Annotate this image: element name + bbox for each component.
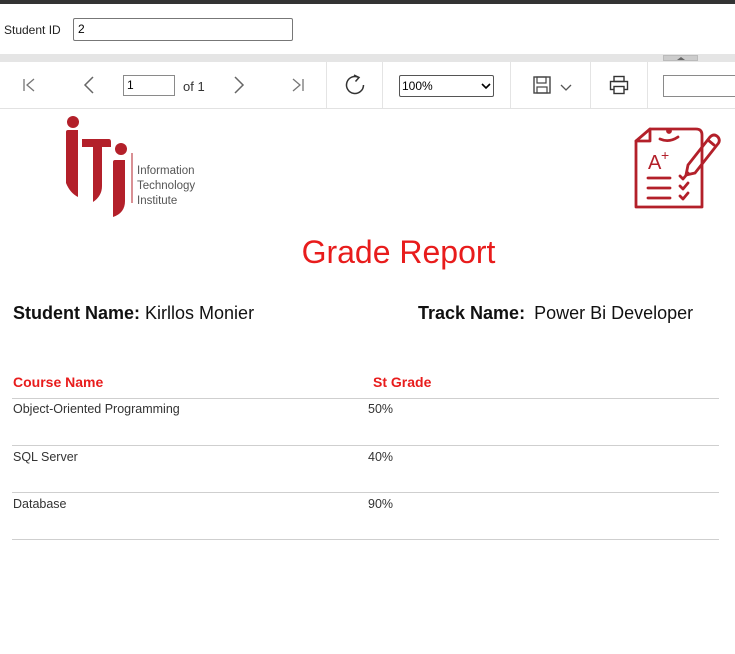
logo-line-3: Institute <box>137 195 177 207</box>
grade-cell: 90% <box>368 497 394 511</box>
svg-text:+: + <box>661 147 669 163</box>
print-icon <box>609 75 629 95</box>
report-card-icon: A + <box>630 117 725 212</box>
row-divider <box>12 492 719 493</box>
student-name-value: Kirllos Monier <box>145 303 255 323</box>
course-cell: SQL Server <box>13 450 78 464</box>
track-name-label: Track Name: <box>418 303 526 323</box>
report-toolbar: 1 of 1 100% <box>0 62 735 109</box>
refresh-button[interactable] <box>340 62 370 108</box>
report-body: Information Technology Institute A + Gra… <box>0 109 735 654</box>
student-name-label: Student Name: <box>13 303 141 323</box>
previous-page-button[interactable] <box>74 62 104 108</box>
grade-cell: 50% <box>368 402 394 416</box>
dropdown-arrow-icon <box>481 83 491 90</box>
column-header-grade: St Grade <box>373 374 432 390</box>
save-icon <box>533 76 551 94</box>
first-page-icon <box>23 78 35 92</box>
refresh-icon <box>345 74 365 95</box>
last-page-button[interactable] <box>283 62 313 108</box>
track-name-value: Power Bi Developer <box>534 303 694 323</box>
chevron-down-icon <box>560 84 572 91</box>
track-name-field: Track Name: Power Bi Developer <box>418 303 693 324</box>
student-name-field: Student Name: Kirllos Monier <box>13 303 254 324</box>
toolbar-separator <box>326 62 327 108</box>
parameter-splitter <box>0 54 735 62</box>
student-id-input[interactable]: 2 <box>73 18 293 41</box>
toolbar-separator <box>590 62 591 108</box>
last-page-icon <box>292 78 304 92</box>
row-divider <box>12 445 719 446</box>
logo-line-1: Information <box>137 165 195 177</box>
course-cell: Database <box>13 497 67 511</box>
iti-logo: Information Technology Institute <box>62 113 212 218</box>
zoom-select[interactable]: 100% <box>399 75 494 97</box>
first-page-button[interactable] <box>14 62 44 108</box>
svg-text:A: A <box>648 152 662 174</box>
print-button[interactable] <box>604 62 634 108</box>
page-count-label: of 1 <box>183 79 205 94</box>
column-header-course: Course Name <box>13 374 104 390</box>
zoom-value: 100% <box>402 79 433 93</box>
collapse-parameters-button[interactable] <box>663 55 698 61</box>
export-button[interactable] <box>528 62 576 108</box>
row-divider <box>12 398 719 399</box>
logo-line-2: Technology <box>137 180 195 192</box>
next-page-button[interactable] <box>224 62 254 108</box>
toolbar-separator <box>510 62 511 108</box>
grade-cell: 40% <box>368 450 394 464</box>
student-id-label: Student ID <box>4 23 61 37</box>
course-cell: Object-Oriented Programming <box>13 402 180 416</box>
report-title: Grade Report <box>301 234 496 270</box>
parameter-area: Student ID 2 <box>0 4 735 54</box>
chevron-left-icon <box>83 76 94 94</box>
row-divider <box>12 539 719 540</box>
toolbar-separator <box>382 62 383 108</box>
find-input[interactable] <box>663 75 735 97</box>
toolbar-separator <box>647 62 648 108</box>
page-number-input[interactable]: 1 <box>123 75 175 96</box>
chevron-right-icon <box>234 76 245 94</box>
